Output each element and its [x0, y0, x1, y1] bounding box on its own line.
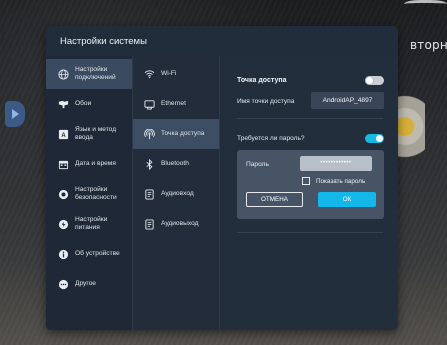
menu-item-connections[interactable]: Настройки подключений: [46, 59, 132, 89]
background-text: вторн: [410, 38, 447, 52]
show-password-label: Показать пароль: [316, 177, 366, 185]
menu-item-security[interactable]: Настройки безопасности: [46, 179, 132, 209]
submenu-item-label: Аудиовыход: [161, 220, 199, 227]
ok-button[interactable]: ОК: [318, 192, 376, 207]
wallpaper-icon: [57, 98, 69, 110]
menu-item-label: Другое: [75, 280, 96, 287]
side-panel-handle[interactable]: [5, 101, 25, 127]
submenu-item-label: Wi-Fi: [161, 70, 177, 77]
language-icon: A: [57, 128, 69, 140]
hotspot-title: Точка доступа: [237, 77, 287, 84]
hotspot-name-field[interactable]: AndroidAP_4897: [311, 92, 384, 109]
submenu-item-wifi[interactable]: Wi-Fi: [133, 59, 220, 89]
calendar-icon: [57, 158, 69, 170]
submenu-item-bluetooth[interactable]: Bluetooth: [133, 149, 220, 179]
submenu-item-label: Ethernet: [161, 100, 186, 107]
hotspot-name-label: Имя точки доступа: [237, 98, 295, 105]
info-icon: [57, 248, 69, 260]
submenu-item-hotspot[interactable]: Точка доступа: [133, 119, 220, 149]
dialog-title: Настройки системы: [60, 36, 147, 47]
submenu-item-ethernet[interactable]: Ethernet: [133, 89, 220, 119]
menu-item-about[interactable]: Об устройстве: [46, 239, 132, 269]
globe-icon: [57, 68, 69, 80]
menu-item-label: Дата и время: [75, 160, 116, 167]
wifi-icon: [143, 68, 155, 80]
menu-item-wallpaper[interactable]: Обои: [46, 89, 132, 119]
menu-item-label: Обои: [75, 100, 92, 107]
hotspot-panel: Точка доступа Имя точки доступа AndroidA…: [219, 56, 398, 330]
password-required-label: Требуется ли пароль?: [237, 135, 305, 142]
show-password-checkbox[interactable]: [302, 177, 310, 185]
submenu-item-audio-output[interactable]: Аудиовыход: [133, 209, 220, 239]
security-icon: [57, 188, 69, 200]
bluetooth-icon: [143, 158, 155, 170]
divider: [237, 118, 383, 119]
menu-item-other[interactable]: Другое: [46, 269, 132, 299]
menu-item-label: Настройки безопасности: [75, 186, 117, 201]
menu-item-label: Настройки питания: [75, 216, 108, 231]
menu-item-power[interactable]: Настройки питания: [46, 209, 132, 239]
password-required-toggle[interactable]: [365, 134, 384, 143]
submenu-item-audio-input[interactable]: Аудиовход: [133, 179, 220, 209]
connections-submenu: Wi-Fi Ethernet Точка доступа Bluetooth А…: [132, 56, 220, 330]
more-icon: [57, 278, 69, 290]
password-field[interactable]: ••••••••••••: [300, 156, 372, 171]
toggle-knob: [366, 77, 373, 84]
background-drawing: [404, 0, 447, 10]
hotspot-icon: [143, 128, 155, 140]
audio-output-icon: [143, 218, 155, 230]
submenu-item-label: Точка доступа: [161, 130, 205, 137]
cancel-button[interactable]: ОТМЕНА: [246, 192, 303, 207]
toggle-knob: [376, 135, 383, 142]
password-label: Пароль: [246, 161, 269, 168]
ethernet-icon: [143, 98, 155, 110]
system-settings-dialog: Настройки системы Настройки подключений …: [46, 26, 398, 330]
menu-item-label: Настройки подключений: [75, 66, 116, 81]
show-password-option[interactable]: Показать пароль: [302, 176, 365, 186]
menu-item-label: Язык и метод ввода: [75, 126, 117, 141]
divider: [237, 232, 383, 233]
password-panel: Пароль •••••••••••• Показать пароль ОТМЕ…: [237, 150, 384, 219]
menu-item-language[interactable]: A Язык и метод ввода: [46, 119, 132, 149]
submenu-item-label: Bluetooth: [161, 160, 189, 167]
chevron-right-icon: [12, 109, 19, 119]
audio-input-icon: [143, 188, 155, 200]
settings-menu: Настройки подключений Обои A Язык и мето…: [46, 56, 132, 330]
submenu-item-label: Аудиовход: [161, 190, 194, 197]
svg-text:A: A: [61, 133, 66, 139]
hotspot-toggle[interactable]: [365, 76, 384, 85]
menu-item-label: Об устройстве: [75, 250, 120, 257]
menu-item-date-time[interactable]: Дата и время: [46, 149, 132, 179]
power-icon: [57, 218, 69, 230]
